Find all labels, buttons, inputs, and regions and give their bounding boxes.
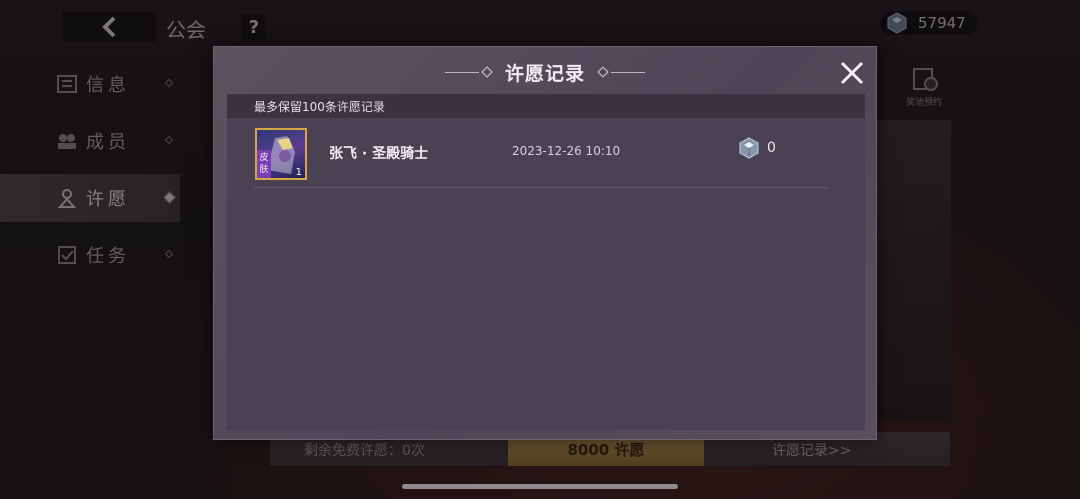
record-cost-value: 0 — [767, 140, 776, 156]
item-name: 张飞 · 圣殿骑士 — [329, 146, 429, 162]
record-cost: 0 — [739, 137, 776, 159]
zhangfei-skin-portrait[interactable]: 皮肤 1 — [255, 128, 307, 180]
crystal-cube-icon — [739, 137, 759, 159]
skin-tag: 皮肤 — [257, 150, 271, 178]
item-count: 1 — [295, 167, 302, 178]
title-ornament-right — [595, 66, 645, 78]
list-item: 皮肤 1 张飞 · 圣殿骑士 2023-12-26 10:10 0 — [254, 126, 828, 188]
close-icon — [840, 61, 864, 85]
modal-header: 许愿记录 — [214, 57, 876, 87]
home-indicator[interactable] — [402, 484, 678, 489]
records-list[interactable]: 最多保留100条许愿记录 皮肤 1 张飞 · 圣殿骑士 2023-12-26 1… — [227, 94, 865, 430]
records-note: 最多保留100条许愿记录 — [227, 94, 865, 118]
record-time: 2023-12-26 10:10 — [512, 144, 621, 158]
wish-records-modal: 许愿记录 最多保留100条许愿记录 皮肤 1 张飞 · 圣殿骑士 2023-12… — [213, 46, 877, 440]
close-button[interactable] — [836, 57, 868, 89]
modal-title: 许愿记录 — [504, 62, 585, 85]
title-ornament-left — [444, 66, 495, 78]
